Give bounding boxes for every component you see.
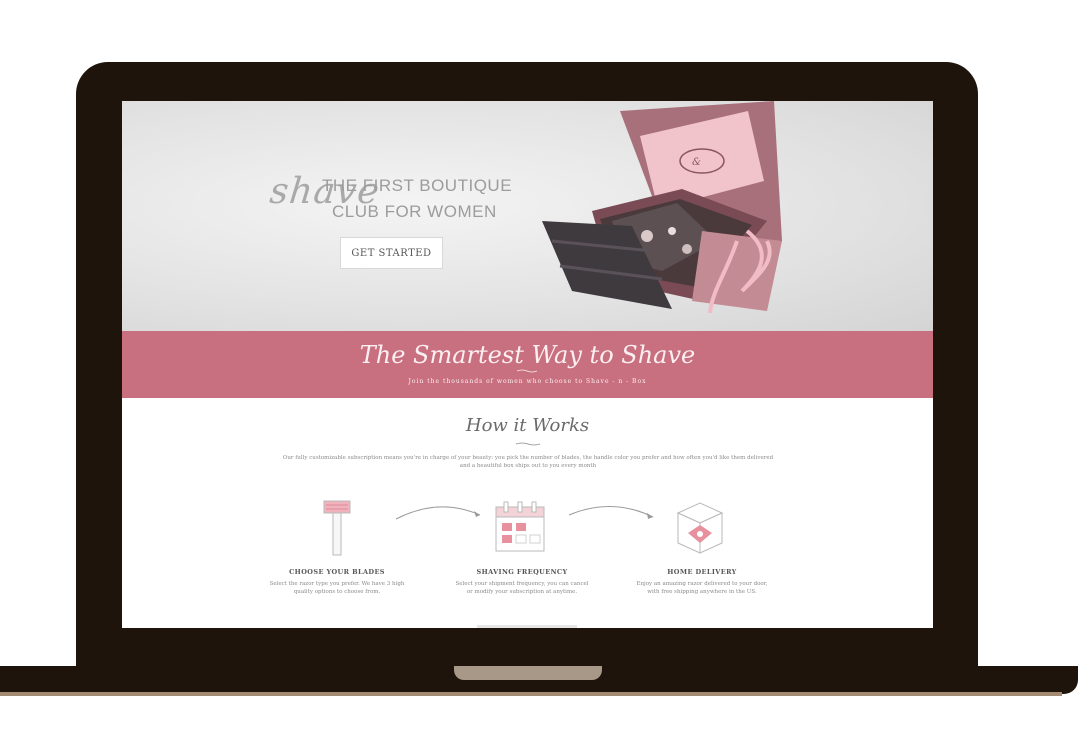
box-icon xyxy=(676,502,724,554)
step-title: SHAVING FREQUENCY xyxy=(476,568,568,576)
cropped-button[interactable] xyxy=(477,625,577,628)
step-home-delivery: HOME DELIVERY Enjoy an amazing razor del… xyxy=(632,568,772,596)
step-title: CHOOSE YOUR BLADES xyxy=(289,568,385,576)
banner-title: The Smartest Way to Shave xyxy=(359,341,696,369)
tagline-banner: The Smartest Way to Shave Join the thous… xyxy=(122,331,933,398)
banner-subtitle: Join the thousands of women who choose t… xyxy=(408,378,647,385)
step-description: Select the razor type you prefer. We hav… xyxy=(269,581,405,595)
divider-ornament-icon xyxy=(516,442,540,446)
product-box-image: & xyxy=(542,101,782,314)
arrow-right-icon xyxy=(395,506,481,520)
step-description: Enjoy an amazing razor delivered to your… xyxy=(636,581,768,595)
laptop-notch xyxy=(454,666,602,680)
hero-section: shave THE FIRST BOUTIQUE CLUB FOR WOMEN … xyxy=(122,101,933,331)
laptop-screen: shave THE FIRST BOUTIQUE CLUB FOR WOMEN … xyxy=(122,101,933,628)
calendar-icon xyxy=(495,501,545,552)
hero-headline-line2: CLUB FOR WOMEN xyxy=(332,202,497,221)
hero-headline-line1: THE FIRST BOUTIQUE xyxy=(322,176,513,195)
divider-ornament-icon xyxy=(517,369,537,373)
svg-text:&: & xyxy=(692,157,701,168)
how-it-works-description: Our fully customizable subscription mean… xyxy=(282,455,774,469)
step-description: Select your shipment frequency, you can … xyxy=(455,581,589,595)
arrow-right-icon xyxy=(568,506,654,519)
step-choose-blades: CHOOSE YOUR BLADES Select the razor type… xyxy=(267,568,407,596)
laptop-base-edge xyxy=(0,692,1062,696)
step-shaving-frequency: SHAVING FREQUENCY Select your shipment f… xyxy=(452,568,592,596)
step-title: HOME DELIVERY xyxy=(667,568,737,576)
get-started-button[interactable]: GET STARTED xyxy=(340,237,443,269)
how-it-works-title: How it Works xyxy=(465,415,590,436)
razor-icon xyxy=(323,500,351,556)
